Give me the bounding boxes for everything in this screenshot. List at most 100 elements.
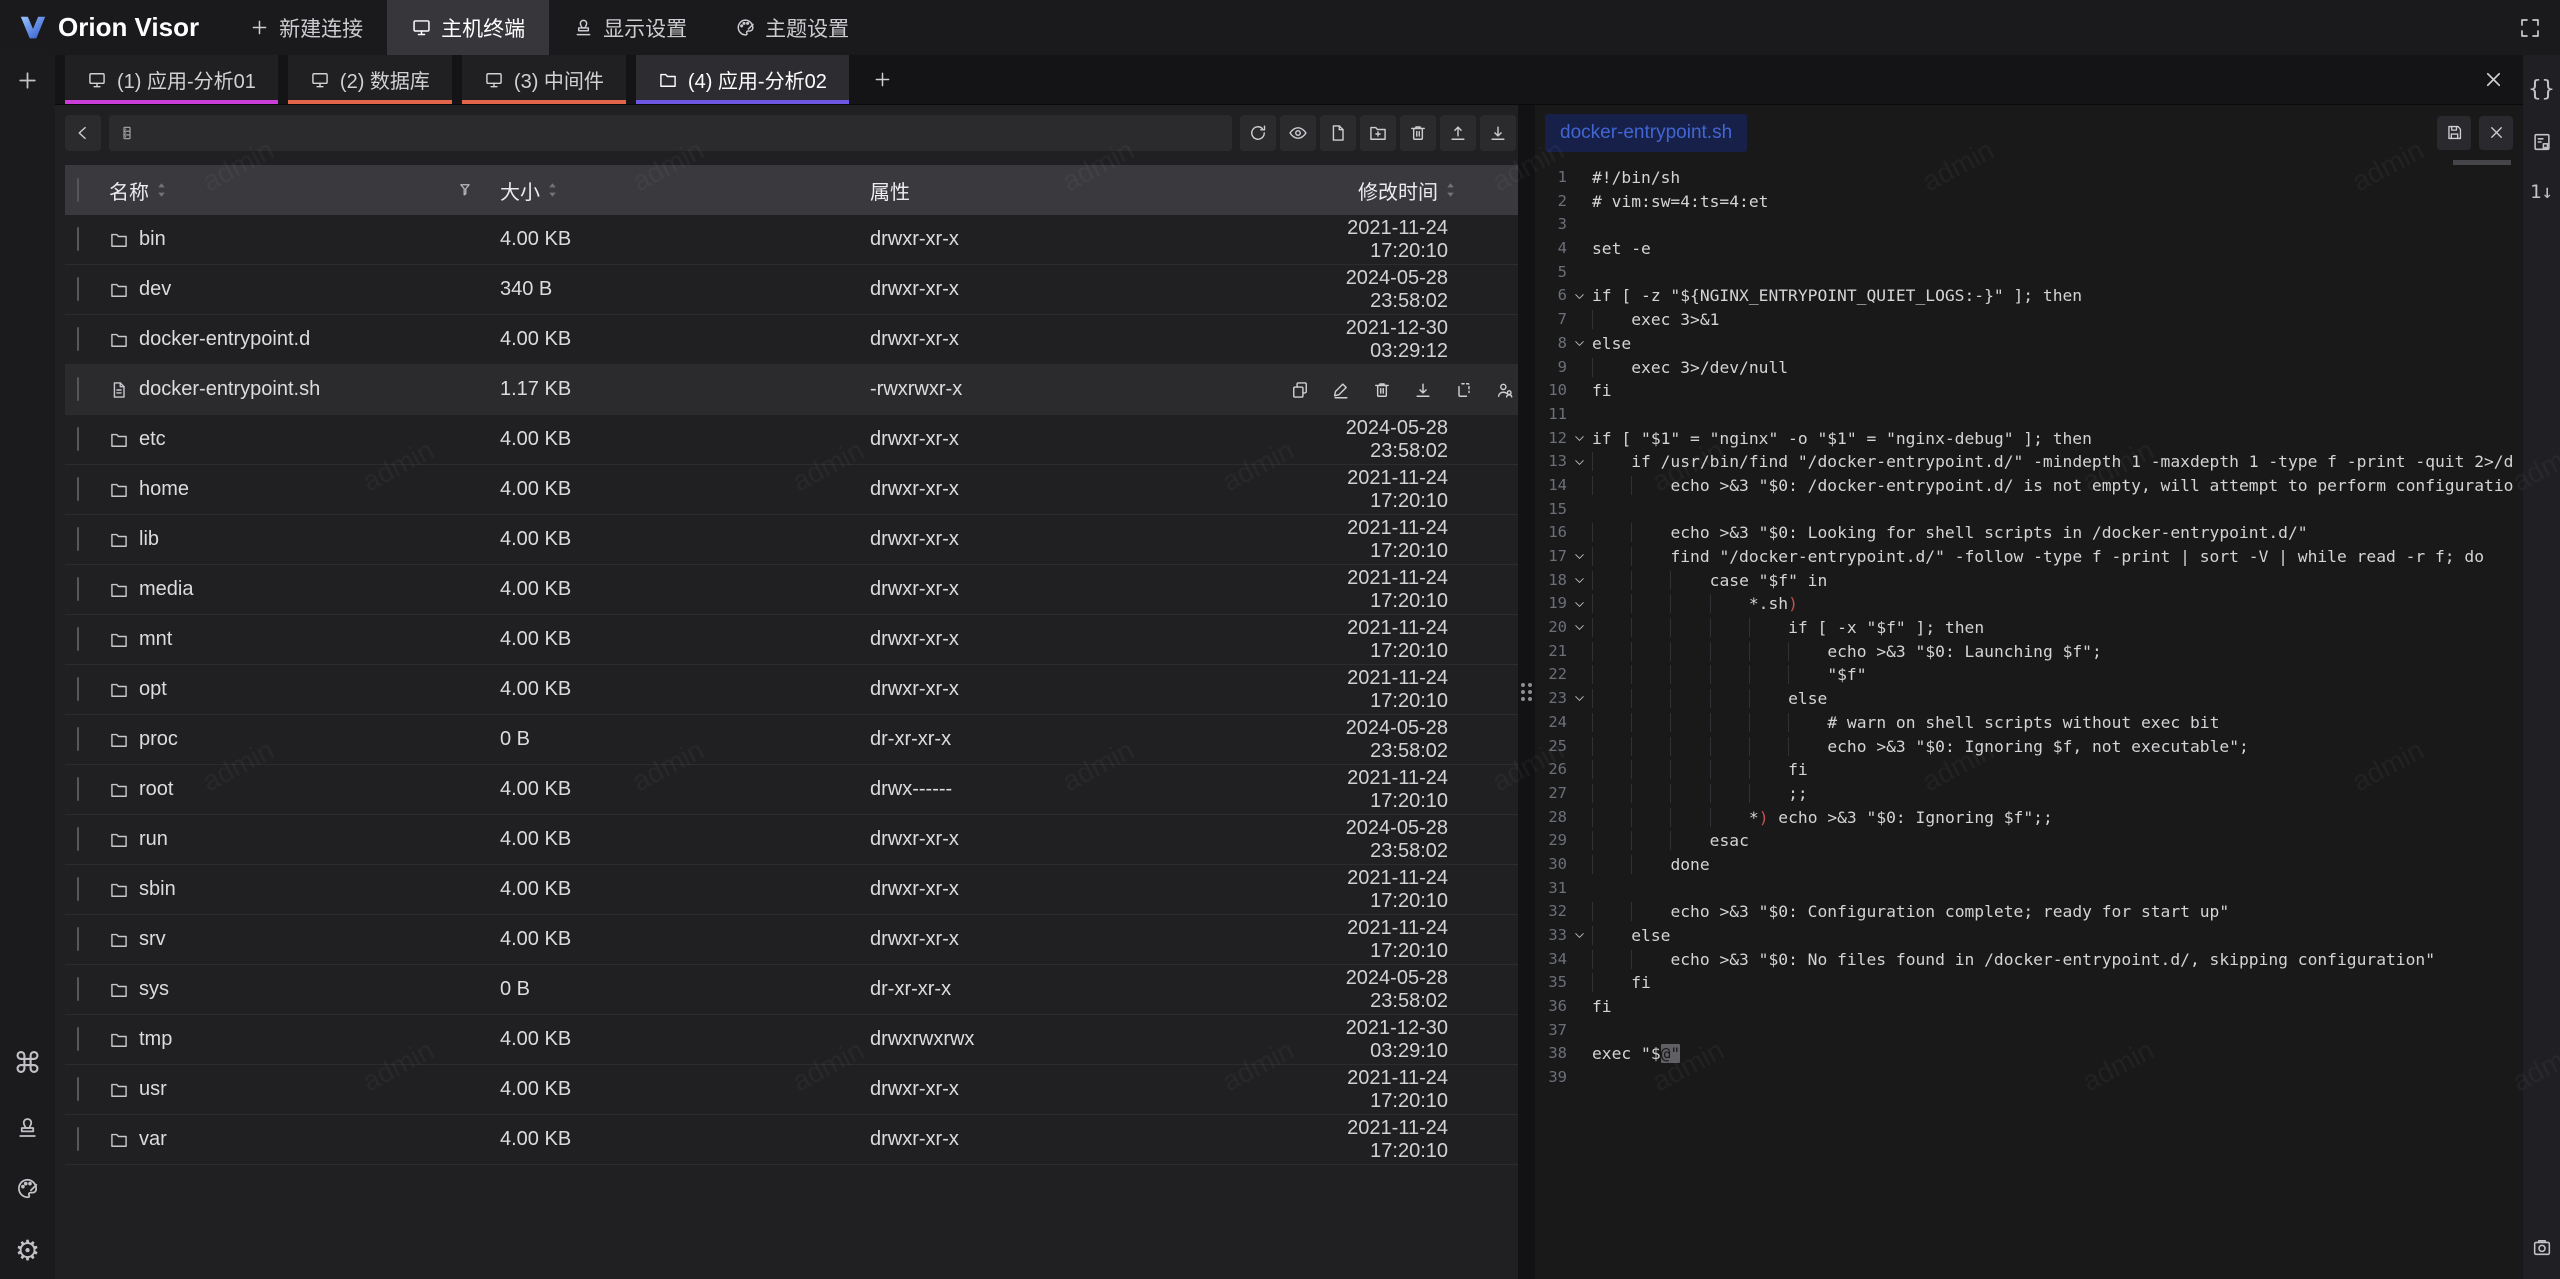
row-checkbox[interactable] <box>77 327 79 351</box>
table-row-selected[interactable]: docker-entrypoint.sh1.17 KB-rwxrwxr-x <box>65 365 1518 415</box>
new-file-button[interactable] <box>1320 115 1356 151</box>
row-checkbox[interactable] <box>77 827 79 851</box>
row-checkbox[interactable] <box>77 627 79 651</box>
terminal-tab-1[interactable]: (1) 应用-分析01 <box>65 55 278 104</box>
sort-icon[interactable] <box>547 181 558 199</box>
code-line: 26 fi <box>1535 758 2523 782</box>
table-row[interactable]: lib4.00 KBdrwxr-xr-x2021-11-24 17:20:10 <box>65 515 1518 565</box>
editor-close-button[interactable] <box>2479 116 2513 150</box>
row-checkbox[interactable] <box>77 427 79 451</box>
fold-chevron-icon[interactable] <box>1567 924 1592 948</box>
table-row[interactable]: bin4.00 KBdrwxr-xr-x2021-11-24 17:20:10 <box>65 215 1518 265</box>
new-folder-button[interactable] <box>1360 115 1396 151</box>
editor-file-tab[interactable]: docker-entrypoint.sh <box>1545 114 1747 152</box>
filter-icon[interactable] <box>456 181 474 199</box>
download-icon[interactable] <box>1413 380 1433 400</box>
braces-icon[interactable]: {} <box>2528 79 2555 101</box>
fold-chevron-icon[interactable] <box>1567 427 1592 451</box>
editor-scrollbar[interactable] <box>2453 160 2511 165</box>
menu-item-theme-settings[interactable]: 主题设置 <box>711 0 873 55</box>
row-checkbox[interactable] <box>77 727 79 751</box>
table-row[interactable]: home4.00 KBdrwxr-xr-x2021-11-24 17:20:10 <box>65 465 1518 515</box>
stamp-icon[interactable] <box>15 1115 40 1140</box>
fold-chevron-icon[interactable] <box>1567 545 1592 569</box>
table-row[interactable]: root4.00 KBdrwx------2021-11-24 17:20:10 <box>65 765 1518 815</box>
menu-item-new-connection[interactable]: 新建连接 <box>225 0 387 55</box>
row-checkbox[interactable] <box>77 777 79 801</box>
terminal-tab-2[interactable]: (2) 数据库 <box>288 55 452 104</box>
row-checkbox[interactable] <box>77 677 79 701</box>
row-checkbox[interactable] <box>77 1027 79 1051</box>
menu-item-host-terminal[interactable]: 主机终端 <box>387 0 549 55</box>
row-size: 4.00 KB <box>500 228 870 251</box>
sort-lines-icon[interactable]: 1↓ <box>2530 183 2553 202</box>
table-row[interactable]: mnt4.00 KBdrwxr-xr-x2021-11-24 17:20:10 <box>65 615 1518 665</box>
terminal-tab-4[interactable]: (4) 应用-分析02 <box>636 55 849 104</box>
row-checkbox[interactable] <box>77 577 79 601</box>
fold-chevron-icon[interactable] <box>1567 569 1592 593</box>
table-row[interactable]: etc4.00 KBdrwxr-xr-x2024-05-28 23:58:02 <box>65 415 1518 465</box>
terminal-tab-3[interactable]: (3) 中间件 <box>462 55 626 104</box>
menu-item-display-settings[interactable]: 显示设置 <box>549 0 711 55</box>
row-attr: drwxr-xr-x <box>870 528 1290 551</box>
row-size: 4.00 KB <box>500 578 870 601</box>
download-button[interactable] <box>1480 115 1516 151</box>
row-checkbox[interactable] <box>77 227 79 251</box>
gear-icon[interactable]: ⚙ <box>15 1237 40 1265</box>
fullscreen-icon[interactable] <box>2518 16 2542 40</box>
palette-icon[interactable] <box>15 1176 40 1201</box>
row-checkbox[interactable] <box>77 1077 79 1101</box>
fold-chevron-icon[interactable] <box>1567 592 1592 616</box>
table-row[interactable]: proc0 Bdr-xr-xr-x2024-05-28 23:58:02 <box>65 715 1518 765</box>
select-all-checkbox[interactable] <box>77 178 79 202</box>
row-checkbox[interactable] <box>77 527 79 551</box>
sort-icon[interactable] <box>1445 181 1456 199</box>
close-all-tabs-button[interactable] <box>2482 68 2505 91</box>
upload-button[interactable] <box>1440 115 1476 151</box>
move-icon[interactable] <box>1454 380 1474 400</box>
fold-chevron-icon[interactable] <box>1567 687 1592 711</box>
table-row[interactable]: tmp4.00 KBdrwxrwxrwx2021-12-30 03:29:10 <box>65 1015 1518 1065</box>
sort-icon[interactable] <box>156 181 167 199</box>
table-row[interactable]: opt4.00 KBdrwxr-xr-x2021-11-24 17:20:10 <box>65 665 1518 715</box>
panel-splitter[interactable] <box>1518 105 1535 1279</box>
camera-icon[interactable] <box>2531 1236 2553 1258</box>
row-checkbox[interactable] <box>77 877 79 901</box>
table-row[interactable]: dev340 Bdrwxr-xr-x2024-05-28 23:58:02 <box>65 265 1518 315</box>
code-editor[interactable]: 1#!/bin/sh2# vim:sw=4:ts=4:et34set -e56i… <box>1535 160 2523 1279</box>
file-bookmark-icon[interactable] <box>2531 131 2553 153</box>
row-checkbox[interactable] <box>77 377 79 401</box>
copy-icon[interactable] <box>1290 380 1310 400</box>
row-checkbox[interactable] <box>77 977 79 1001</box>
row-checkbox[interactable] <box>77 1127 79 1151</box>
refresh-button[interactable] <box>1240 115 1276 151</box>
row-checkbox[interactable] <box>77 477 79 501</box>
table-row[interactable]: sys0 Bdr-xr-xr-x2024-05-28 23:58:02 <box>65 965 1518 1015</box>
table-row[interactable]: sbin4.00 KBdrwxr-xr-x2021-11-24 17:20:10 <box>65 865 1518 915</box>
eye-button[interactable] <box>1280 115 1316 151</box>
upload-icon <box>1448 123 1468 143</box>
trash-icon[interactable] <box>1372 380 1392 400</box>
table-row[interactable]: run4.00 KBdrwxr-xr-x2024-05-28 23:58:02 <box>65 815 1518 865</box>
user-permission-icon[interactable] <box>1495 380 1515 400</box>
row-checkbox[interactable] <box>77 927 79 951</box>
pencil-icon[interactable] <box>1331 380 1351 400</box>
fold-chevron-icon[interactable] <box>1567 450 1592 474</box>
fold-chevron-icon[interactable] <box>1567 284 1592 308</box>
path-input[interactable] <box>109 115 1232 151</box>
back-button[interactable] <box>65 115 101 151</box>
fold-chevron-icon[interactable] <box>1567 332 1592 356</box>
add-tab-button[interactable] <box>859 55 907 104</box>
command-icon[interactable]: ⌘ <box>13 1050 42 1079</box>
trash-button[interactable] <box>1400 115 1436 151</box>
table-row[interactable]: docker-entrypoint.d4.00 KBdrwxr-xr-x2021… <box>65 315 1518 365</box>
row-checkbox[interactable] <box>77 277 79 301</box>
line-number: 15 <box>1535 498 1567 522</box>
table-row[interactable]: srv4.00 KBdrwxr-xr-x2021-11-24 17:20:10 <box>65 915 1518 965</box>
plus-icon[interactable] <box>15 68 40 93</box>
save-button[interactable] <box>2437 116 2471 150</box>
table-row[interactable]: media4.00 KBdrwxr-xr-x2021-11-24 17:20:1… <box>65 565 1518 615</box>
table-row[interactable]: var4.00 KBdrwxr-xr-x2021-11-24 17:20:10 <box>65 1115 1518 1165</box>
table-row[interactable]: usr4.00 KBdrwxr-xr-x2021-11-24 17:20:10 <box>65 1065 1518 1115</box>
fold-chevron-icon[interactable] <box>1567 616 1592 640</box>
